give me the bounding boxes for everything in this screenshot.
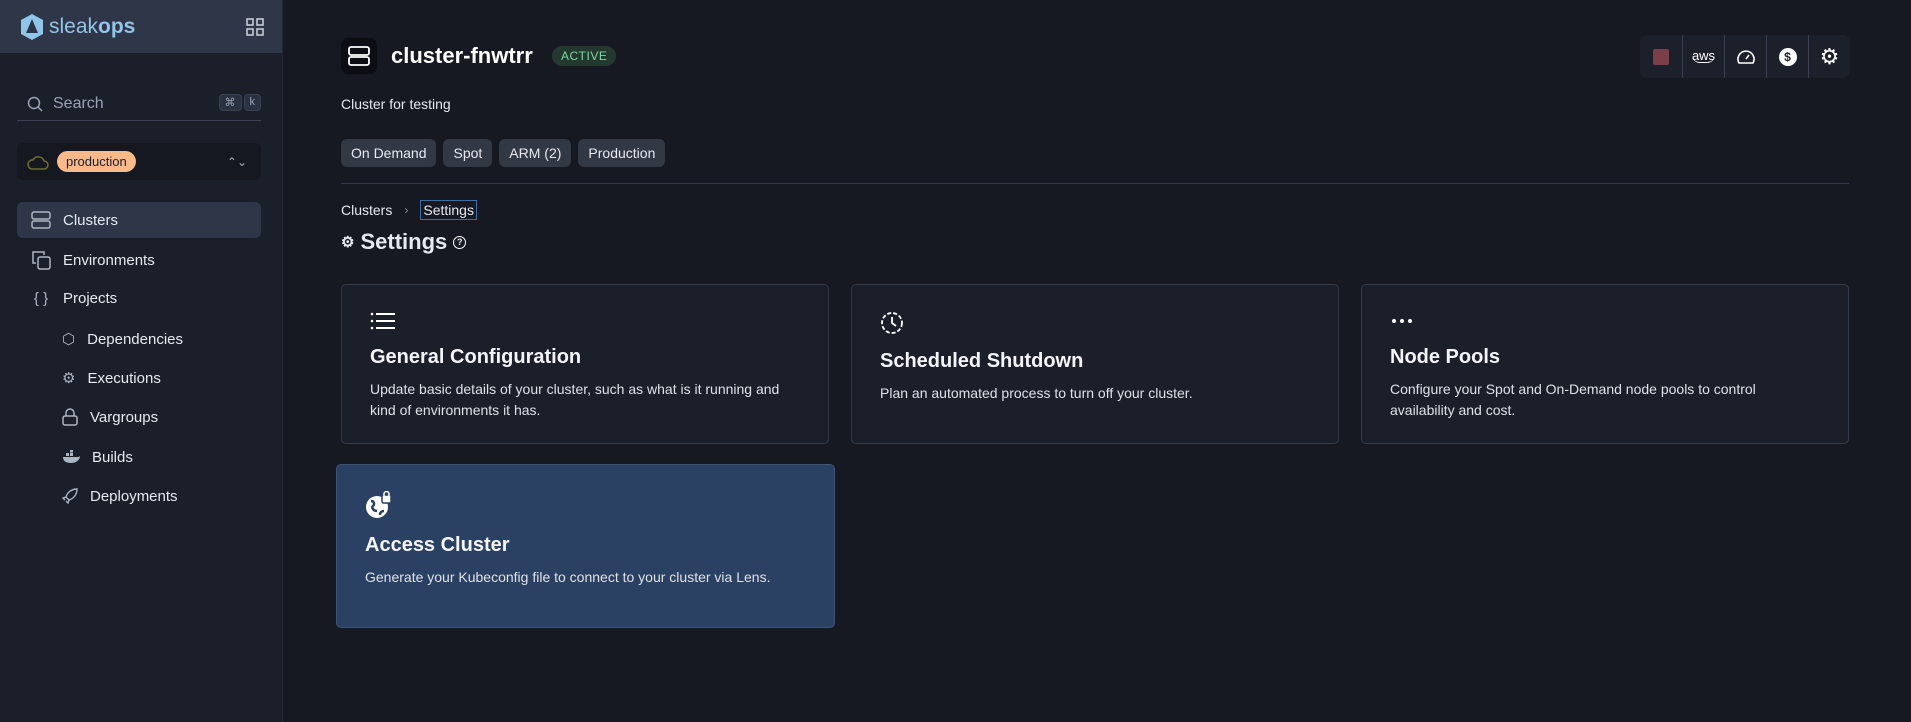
divider xyxy=(341,183,1849,184)
sidebar-item-label: Builds xyxy=(92,448,133,466)
card-general-configuration[interactable]: General Configuration Update basic detai… xyxy=(341,284,829,444)
status-badge: ACTIVE xyxy=(552,46,617,66)
shortcut-key-k: k xyxy=(243,94,261,111)
search-placeholder: Search xyxy=(53,95,104,112)
dots-icon xyxy=(1392,319,1412,323)
sidebar-item-environments[interactable]: Environments xyxy=(17,242,261,278)
tag: Spot xyxy=(443,139,493,167)
cost-button[interactable]: $ xyxy=(1766,35,1808,78)
card-node-pools[interactable]: Node Pools Configure your Spot and On-De… xyxy=(1361,284,1849,444)
chevron-up-down-icon: ⌃⌄ xyxy=(226,154,247,169)
page-title-text: Settings xyxy=(360,229,448,254)
sidebar-item-label: Environments xyxy=(63,251,155,269)
sidebar-item-label: Dependencies xyxy=(87,330,184,348)
dashboard-button[interactable] xyxy=(1724,35,1766,78)
card-title: Access Cluster xyxy=(365,534,510,556)
logo[interactable]: sleakops xyxy=(19,13,135,41)
shortcut-key-cmd: ⌘ xyxy=(218,94,242,111)
globe-lock-icon xyxy=(366,490,392,518)
card-description: Update basic details of your cluster, su… xyxy=(370,381,780,418)
sidebar-item-label: Vargroups xyxy=(90,408,159,426)
cluster-tags: On Demand Spot ARM (2) Production xyxy=(341,139,666,167)
server-icon xyxy=(31,211,51,229)
sleakops-logo-icon xyxy=(21,13,43,40)
cluster-toolbar: aws $ ⚙ xyxy=(1640,35,1850,78)
breadcrumb: Clusters › Settings xyxy=(341,200,477,220)
cluster-description: Cluster for testing xyxy=(341,96,451,112)
cloud-icon xyxy=(27,155,49,170)
gears-icon: ⚙ xyxy=(62,370,76,387)
chevron-right-icon: › xyxy=(404,203,409,217)
brand-light: sleak xyxy=(49,14,99,38)
page-title: ⚙ Settings ? xyxy=(341,229,467,255)
search-shortcut: ⌘ k xyxy=(218,94,261,111)
server-icon xyxy=(348,46,370,66)
sidebar-item-label: Executions xyxy=(87,369,161,387)
tag: ARM (2) xyxy=(499,139,572,167)
sidebar-item-dependencies[interactable]: ⬡ Dependencies xyxy=(17,321,261,357)
sidebar-item-label: Deployments xyxy=(90,487,178,505)
clock-icon xyxy=(881,312,903,334)
apps-grid-icon[interactable] xyxy=(246,17,264,36)
sidebar-item-vargroups[interactable]: Vargroups xyxy=(17,399,261,435)
sidebar: sleakops Search ⌘ k production ⌃⌄ Cluster… xyxy=(0,0,283,722)
aws-console-button[interactable]: aws xyxy=(1682,35,1724,78)
rocket-icon xyxy=(62,488,78,504)
card-title: Node Pools xyxy=(1390,346,1501,368)
gear-icon: ⚙ xyxy=(341,234,355,251)
cluster-icon xyxy=(341,38,377,74)
card-description: Configure your Spot and On-Demand node p… xyxy=(1390,381,1756,418)
stop-button[interactable] xyxy=(1640,35,1682,78)
cluster-title: cluster-fnwtrr xyxy=(391,43,533,68)
sidebar-item-builds[interactable]: Builds xyxy=(17,439,261,475)
sidebar-item-label: Projects xyxy=(63,289,118,307)
list-icon xyxy=(370,312,395,330)
docker-icon xyxy=(63,450,80,463)
aws-icon: aws xyxy=(1691,48,1716,63)
tag: On Demand xyxy=(341,139,437,167)
sidebar-item-deployments[interactable]: Deployments xyxy=(17,478,261,514)
help-icon[interactable]: ? xyxy=(453,235,467,249)
breadcrumb-settings[interactable]: Settings xyxy=(420,200,477,220)
lock-icon xyxy=(62,408,78,426)
gauge-icon xyxy=(1736,49,1755,64)
copy-icon xyxy=(32,251,51,270)
settings-button[interactable]: ⚙ xyxy=(1808,35,1850,78)
sidebar-item-executions[interactable]: ⚙ Executions xyxy=(17,360,261,396)
braces-icon: { } xyxy=(33,289,49,307)
search-input[interactable]: Search ⌘ k xyxy=(17,88,261,121)
card-access-cluster[interactable]: Access Cluster Generate your Kubeconfig … xyxy=(336,464,835,628)
cube-icon: ⬡ xyxy=(62,331,76,348)
sidebar-item-projects[interactable]: { } Projects xyxy=(17,280,261,316)
card-title: Scheduled Shutdown xyxy=(880,350,1084,372)
card-title: General Configuration xyxy=(370,346,582,368)
environment-badge: production xyxy=(57,151,136,172)
dollar-icon: $ xyxy=(1778,47,1797,66)
brand-bold: ops xyxy=(98,14,136,38)
sidebar-item-label: Clusters xyxy=(63,211,119,229)
tag: Production xyxy=(578,139,666,167)
sidebar-header: sleakops xyxy=(0,0,282,53)
search-icon xyxy=(27,96,43,112)
card-scheduled-shutdown[interactable]: Scheduled Shutdown Plan an automated pro… xyxy=(851,284,1339,444)
card-description: Generate your Kubeconfig file to connect… xyxy=(365,569,771,585)
stop-icon xyxy=(1653,48,1669,65)
gear-icon: ⚙ xyxy=(1819,43,1840,69)
sidebar-item-clusters[interactable]: Clusters xyxy=(17,202,261,238)
card-description: Plan an automated process to turn off yo… xyxy=(880,385,1193,401)
breadcrumb-clusters[interactable]: Clusters xyxy=(341,202,392,218)
environment-selector[interactable]: production ⌃⌄ xyxy=(17,143,261,180)
